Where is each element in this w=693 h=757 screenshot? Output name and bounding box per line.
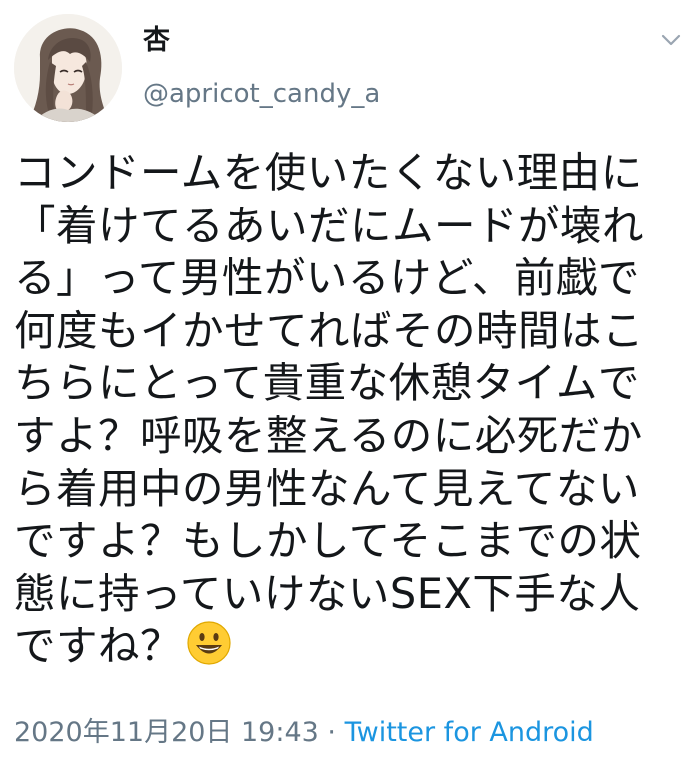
tweet-text-line: ら着用中の男性なんて見えてない bbox=[14, 463, 640, 513]
tweet-meta: 2020年11月20日 19:43 · Twitter for Android bbox=[14, 716, 594, 750]
source-link[interactable]: Twitter for Android bbox=[345, 717, 594, 748]
tweet-text-line: すよ？呼吸を整えるのに必死だか bbox=[14, 410, 643, 460]
chevron-down-icon[interactable] bbox=[659, 28, 683, 52]
meta-separator: · bbox=[327, 717, 337, 748]
display-name[interactable]: 杏 bbox=[143, 24, 170, 58]
grinning-face-emoji-icon bbox=[186, 620, 232, 666]
timestamp[interactable]: 2020年11月20日 19:43 bbox=[14, 717, 319, 748]
tweet-text-line-last: ですね？ bbox=[14, 620, 682, 673]
tweet-text-line: 態に持っていけないSEX下手な人 bbox=[14, 568, 641, 618]
avatar[interactable] bbox=[14, 14, 122, 122]
tweet-text-line: 「着けてるあいだにムードが壊れ bbox=[14, 200, 645, 250]
tweet-text-tail: ですね？ bbox=[14, 621, 183, 671]
user-handle[interactable]: @apricot_candy_a bbox=[143, 78, 380, 110]
tweet-text-line: ですよ？もしかしてそこまでの状 bbox=[14, 516, 642, 566]
tweet-text-line: 何度もイかせてればその時間はこ bbox=[14, 305, 645, 355]
tweet-text: コンドームを使いたくない理由に 「着けてるあいだにムードが壊れ る」って男性がい… bbox=[14, 147, 682, 673]
tweet-text-line: コンドームを使いたくない理由に bbox=[14, 148, 643, 197]
tweet-card: 杏 @apricot_candy_a コンドームを使いたくない理由に 「着けてる… bbox=[0, 0, 693, 757]
tweet-text-line: ちらにとって貴重な休憩タイムで bbox=[14, 358, 640, 408]
tweet-text-line: る」って男性がいるけど、前戯で bbox=[14, 253, 640, 303]
